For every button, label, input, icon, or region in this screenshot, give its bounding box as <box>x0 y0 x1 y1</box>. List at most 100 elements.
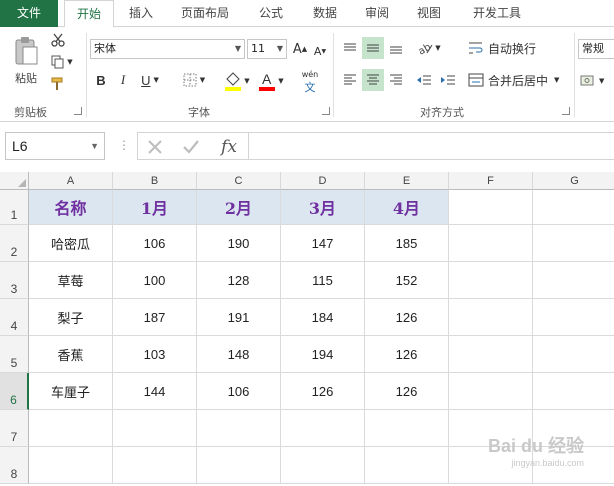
phonetic-guide-button[interactable]: wén 文 <box>296 69 324 95</box>
align-top-button[interactable] <box>340 37 360 59</box>
tab-insert[interactable]: 插入 <box>118 0 164 27</box>
cell-c3[interactable]: 128 <box>197 262 281 299</box>
align-right-button[interactable] <box>386 69 406 91</box>
column-header-g[interactable]: G <box>533 172 614 190</box>
cell-e5[interactable]: 126 <box>365 336 449 373</box>
row-header-6[interactable]: 6 <box>0 373 29 410</box>
empty-cell-g6[interactable] <box>533 373 614 410</box>
align-middle-button[interactable] <box>362 37 384 59</box>
cell-d2[interactable]: 147 <box>281 225 365 262</box>
wrap-text-button[interactable]: 自动换行 <box>468 37 542 59</box>
number-format-dropdown[interactable]: 常规 <box>578 39 614 59</box>
empty-cell-a7[interactable] <box>29 410 113 447</box>
align-center-button[interactable] <box>362 69 384 91</box>
merge-center-button[interactable]: 合并后居中 ▼ <box>468 69 568 91</box>
cell-c4[interactable]: 191 <box>197 299 281 336</box>
fill-color-button[interactable]: ▼ <box>222 69 252 93</box>
cell-d6[interactable]: 126 <box>281 373 365 410</box>
font-color-button[interactable]: A ▼ <box>256 69 286 93</box>
tab-file[interactable]: 文件 <box>0 0 58 27</box>
cell-d3[interactable]: 115 <box>281 262 365 299</box>
column-header-e[interactable]: E <box>365 172 449 190</box>
column-header-c[interactable]: C <box>197 172 281 190</box>
cancel-entry-button[interactable] <box>144 136 166 158</box>
empty-cell-c8[interactable] <box>197 447 281 484</box>
empty-cell-g2[interactable] <box>533 225 614 262</box>
align-left-button[interactable] <box>340 69 360 91</box>
bold-button[interactable]: B <box>92 70 110 90</box>
cell-e4[interactable]: 126 <box>365 299 449 336</box>
tab-formulas[interactable]: 公式 <box>248 0 294 27</box>
font-launcher-icon[interactable] <box>322 107 330 115</box>
empty-cell-f5[interactable] <box>449 336 533 373</box>
tab-data[interactable]: 数据 <box>302 0 348 27</box>
cell-c6[interactable]: 106 <box>197 373 281 410</box>
empty-cell-c7[interactable] <box>197 410 281 447</box>
empty-cell-b7[interactable] <box>113 410 197 447</box>
cell-a5[interactable]: 香蕉 <box>29 336 113 373</box>
font-size-dropdown[interactable]: 11 ▼ <box>247 39 287 59</box>
empty-cell-f3[interactable] <box>449 262 533 299</box>
orientation-button[interactable]: ab ▼ <box>414 37 444 59</box>
empty-cell-f1[interactable] <box>449 190 533 225</box>
cell-d5[interactable]: 194 <box>281 336 365 373</box>
align-bottom-button[interactable] <box>386 37 406 59</box>
formula-input[interactable] <box>249 132 614 160</box>
cell-b2[interactable]: 106 <box>113 225 197 262</box>
cell-b3[interactable]: 100 <box>113 262 197 299</box>
tab-review[interactable]: 审阅 <box>354 0 400 27</box>
column-header-a[interactable]: A <box>29 172 113 190</box>
name-box[interactable]: L6 ▼ <box>5 132 105 160</box>
cell-b5[interactable]: 103 <box>113 336 197 373</box>
clipboard-launcher-icon[interactable] <box>74 107 82 115</box>
column-header-d[interactable]: D <box>281 172 365 190</box>
empty-cell-e8[interactable] <box>365 447 449 484</box>
accounting-format-button[interactable]: ▼ <box>580 71 614 91</box>
cell-a6[interactable]: 车厘子 <box>29 373 113 410</box>
cell-e3[interactable]: 152 <box>365 262 449 299</box>
column-header-f[interactable]: F <box>449 172 533 190</box>
header-cell-d1[interactable]: 3月 <box>281 190 365 225</box>
header-cell-c1[interactable]: 2月 <box>197 190 281 225</box>
increase-indent-button[interactable] <box>438 69 458 91</box>
underline-button[interactable]: U ▼ <box>136 70 164 90</box>
cell-b6[interactable]: 144 <box>113 373 197 410</box>
tab-view[interactable]: 视图 <box>406 0 452 27</box>
select-all-button[interactable] <box>0 172 29 190</box>
empty-cell-f6[interactable] <box>449 373 533 410</box>
tab-home[interactable]: 开始 <box>64 0 114 28</box>
borders-button[interactable]: ▼ <box>178 70 210 90</box>
header-cell-b1[interactable]: 1月 <box>113 190 197 225</box>
empty-cell-a8[interactable] <box>29 447 113 484</box>
shrink-font-button[interactable]: A ▼ <box>312 41 328 61</box>
empty-cell-d7[interactable] <box>281 410 365 447</box>
italic-button[interactable]: I <box>114 70 132 90</box>
insert-function-button[interactable]: fx <box>216 135 242 159</box>
cell-c5[interactable]: 148 <box>197 336 281 373</box>
empty-cell-g3[interactable] <box>533 262 614 299</box>
tab-page-layout[interactable]: 页面布局 <box>170 0 240 27</box>
row-header-5[interactable]: 5 <box>0 336 29 373</box>
empty-cell-b8[interactable] <box>113 447 197 484</box>
row-header-7[interactable]: 7 <box>0 410 29 447</box>
tab-developer[interactable]: 开发工具 <box>462 0 532 27</box>
font-name-dropdown[interactable]: 宋体 ▼ <box>90 39 245 59</box>
cell-a3[interactable]: 草莓 <box>29 262 113 299</box>
row-header-1[interactable]: 1 <box>0 190 29 225</box>
column-header-b[interactable]: B <box>113 172 197 190</box>
header-cell-e1[interactable]: 4月 <box>365 190 449 225</box>
paste-button[interactable]: 粘贴 <box>8 31 44 91</box>
empty-cell-g5[interactable] <box>533 336 614 373</box>
cell-b4[interactable]: 187 <box>113 299 197 336</box>
cell-e6[interactable]: 126 <box>365 373 449 410</box>
decrease-indent-button[interactable] <box>414 69 434 91</box>
cut-button[interactable] <box>48 31 68 49</box>
row-header-2[interactable]: 2 <box>0 225 29 262</box>
header-cell-a1[interactable]: 名称 <box>29 190 113 225</box>
cell-e2[interactable]: 185 <box>365 225 449 262</box>
format-painter-button[interactable] <box>48 75 68 93</box>
empty-cell-f2[interactable] <box>449 225 533 262</box>
cell-d4[interactable]: 184 <box>281 299 365 336</box>
row-header-8[interactable]: 8 <box>0 447 29 484</box>
cell-c2[interactable]: 190 <box>197 225 281 262</box>
